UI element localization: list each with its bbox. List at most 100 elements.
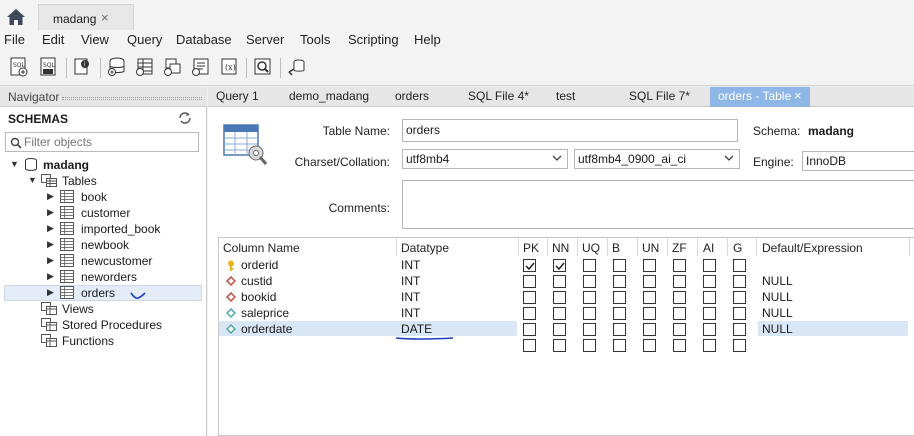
zf-checkbox[interactable] xyxy=(673,323,686,336)
create-table-icon[interactable] xyxy=(134,56,156,78)
ai-checkbox[interactable] xyxy=(703,307,716,320)
datatype-cell[interactable]: INT xyxy=(401,306,420,320)
pk-checkbox[interactable] xyxy=(523,275,536,288)
search-table-data-icon[interactable] xyxy=(252,56,274,78)
tree-table-neworders[interactable]: ▶ neworders xyxy=(0,269,200,285)
pk-checkbox[interactable] xyxy=(523,307,536,320)
tree-functions[interactable]: Functions xyxy=(0,333,200,349)
tree-table-newcustomer[interactable]: ▶ newcustomer xyxy=(0,253,200,269)
b-checkbox[interactable] xyxy=(613,323,626,336)
tab-test[interactable]: test xyxy=(556,89,575,103)
menu-scripting[interactable]: Scripting xyxy=(348,32,399,47)
col-header-nn[interactable]: NN xyxy=(552,241,569,255)
uq-checkbox[interactable] xyxy=(583,259,596,272)
datatype-cell[interactable]: INT xyxy=(401,290,420,304)
menu-help[interactable]: Help xyxy=(414,32,441,47)
g-checkbox[interactable] xyxy=(733,323,746,336)
datatype-cell[interactable]: INT xyxy=(401,274,420,288)
inspector-icon[interactable]: i xyxy=(72,56,94,78)
collapsed-arrow-icon[interactable]: ▶ xyxy=(47,287,57,297)
tree-table-imported-book[interactable]: ▶ imported_book xyxy=(0,221,200,237)
col-header-default[interactable]: Default/Expression xyxy=(762,241,863,255)
un-checkbox[interactable] xyxy=(643,259,656,272)
ai-checkbox[interactable] xyxy=(703,323,716,336)
filter-objects-input[interactable] xyxy=(24,134,194,150)
un-checkbox[interactable] xyxy=(643,291,656,304)
b-checkbox[interactable] xyxy=(613,275,626,288)
collapsed-arrow-icon[interactable]: ▶ xyxy=(47,271,57,281)
collapsed-arrow-icon[interactable]: ▶ xyxy=(47,223,57,233)
panel-grip[interactable] xyxy=(62,97,202,100)
zf-checkbox[interactable] xyxy=(673,339,686,352)
tab-query-1[interactable]: Query 1 xyxy=(216,89,259,103)
tab-demo-madang[interactable]: demo_madang xyxy=(289,89,369,103)
zf-checkbox[interactable] xyxy=(673,259,686,272)
col-header-un[interactable]: UN xyxy=(642,241,659,255)
datatype-cell[interactable]: INT xyxy=(401,258,420,272)
default-expression-cell[interactable]: NULL xyxy=(762,274,793,288)
menu-view[interactable]: View xyxy=(81,32,109,47)
close-icon[interactable]: × xyxy=(101,10,109,25)
expanded-arrow-icon[interactable]: ▼ xyxy=(10,159,20,169)
tree-table-book[interactable]: ▶ book xyxy=(0,189,200,205)
filter-objects-field[interactable] xyxy=(5,132,199,152)
create-schema-icon[interactable] xyxy=(106,56,128,78)
column-name-cell[interactable]: orderdate xyxy=(241,322,292,336)
uq-checkbox[interactable] xyxy=(583,323,596,336)
b-checkbox[interactable] xyxy=(613,307,626,320)
engine-select[interactable]: InnoDB xyxy=(802,151,914,171)
ai-checkbox[interactable] xyxy=(703,291,716,304)
default-expression-cell[interactable]: NULL xyxy=(762,322,793,336)
collation-select[interactable]: utf8mb4_0900_ai_ci xyxy=(574,149,740,169)
uq-checkbox[interactable] xyxy=(583,275,596,288)
create-function-icon[interactable]: (x) xyxy=(218,56,240,78)
col-header-g[interactable]: G xyxy=(733,241,742,255)
reconnect-icon[interactable] xyxy=(286,56,308,78)
nn-checkbox[interactable] xyxy=(553,275,566,288)
g-checkbox[interactable] xyxy=(733,339,746,352)
column-name-cell[interactable]: bookid xyxy=(241,290,276,304)
zf-checkbox[interactable] xyxy=(673,291,686,304)
column-name-cell[interactable]: saleprice xyxy=(241,306,289,320)
col-header-b[interactable]: B xyxy=(612,241,620,255)
pk-checkbox[interactable] xyxy=(523,339,536,352)
expanded-arrow-icon[interactable]: ▼ xyxy=(28,175,38,185)
uq-checkbox[interactable] xyxy=(583,291,596,304)
comments-textarea[interactable] xyxy=(402,180,914,229)
pk-checkbox[interactable] xyxy=(523,291,536,304)
collapsed-arrow-icon[interactable]: ▶ xyxy=(47,255,57,265)
col-header-datatype[interactable]: Datatype xyxy=(401,241,449,255)
datatype-cell[interactable]: DATE xyxy=(401,322,432,336)
column-name-cell[interactable]: orderid xyxy=(241,258,278,272)
col-header-pk[interactable]: PK xyxy=(523,241,539,255)
zf-checkbox[interactable] xyxy=(673,307,686,320)
tree-schema-madang[interactable]: ▼ madang xyxy=(0,157,200,173)
tab-orders[interactable]: orders xyxy=(395,89,429,103)
ai-checkbox[interactable] xyxy=(703,339,716,352)
tab-sql-file-4[interactable]: SQL File 4* xyxy=(468,89,529,103)
b-checkbox[interactable] xyxy=(613,259,626,272)
table-name-input[interactable]: orders xyxy=(402,119,738,142)
nn-checkbox[interactable] xyxy=(553,259,566,272)
collapsed-arrow-icon[interactable]: ▶ xyxy=(47,191,57,201)
tree-tables[interactable]: ▼ Tables xyxy=(0,173,200,189)
pk-checkbox[interactable] xyxy=(523,259,536,272)
column-name-cell[interactable]: custid xyxy=(241,274,272,288)
tree-table-newbook[interactable]: ▶ newbook xyxy=(0,237,200,253)
tab-sql-file-7[interactable]: SQL File 7* xyxy=(629,89,690,103)
col-header-ai[interactable]: AI xyxy=(703,241,714,255)
create-view-icon[interactable] xyxy=(162,56,184,78)
g-checkbox[interactable] xyxy=(733,259,746,272)
uq-checkbox[interactable] xyxy=(583,307,596,320)
b-checkbox[interactable] xyxy=(613,291,626,304)
col-header-column-name[interactable]: Column Name xyxy=(223,241,300,255)
tree-stored-procedures[interactable]: Stored Procedures xyxy=(0,317,200,333)
zf-checkbox[interactable] xyxy=(673,275,686,288)
default-expression-cell[interactable]: NULL xyxy=(762,290,793,304)
ai-checkbox[interactable] xyxy=(703,259,716,272)
document-tab-madang[interactable]: madang × xyxy=(38,4,134,30)
menu-tools[interactable]: Tools xyxy=(300,32,330,47)
refresh-icon[interactable] xyxy=(178,112,192,124)
g-checkbox[interactable] xyxy=(733,307,746,320)
charset-select[interactable]: utf8mb4 xyxy=(402,149,568,169)
